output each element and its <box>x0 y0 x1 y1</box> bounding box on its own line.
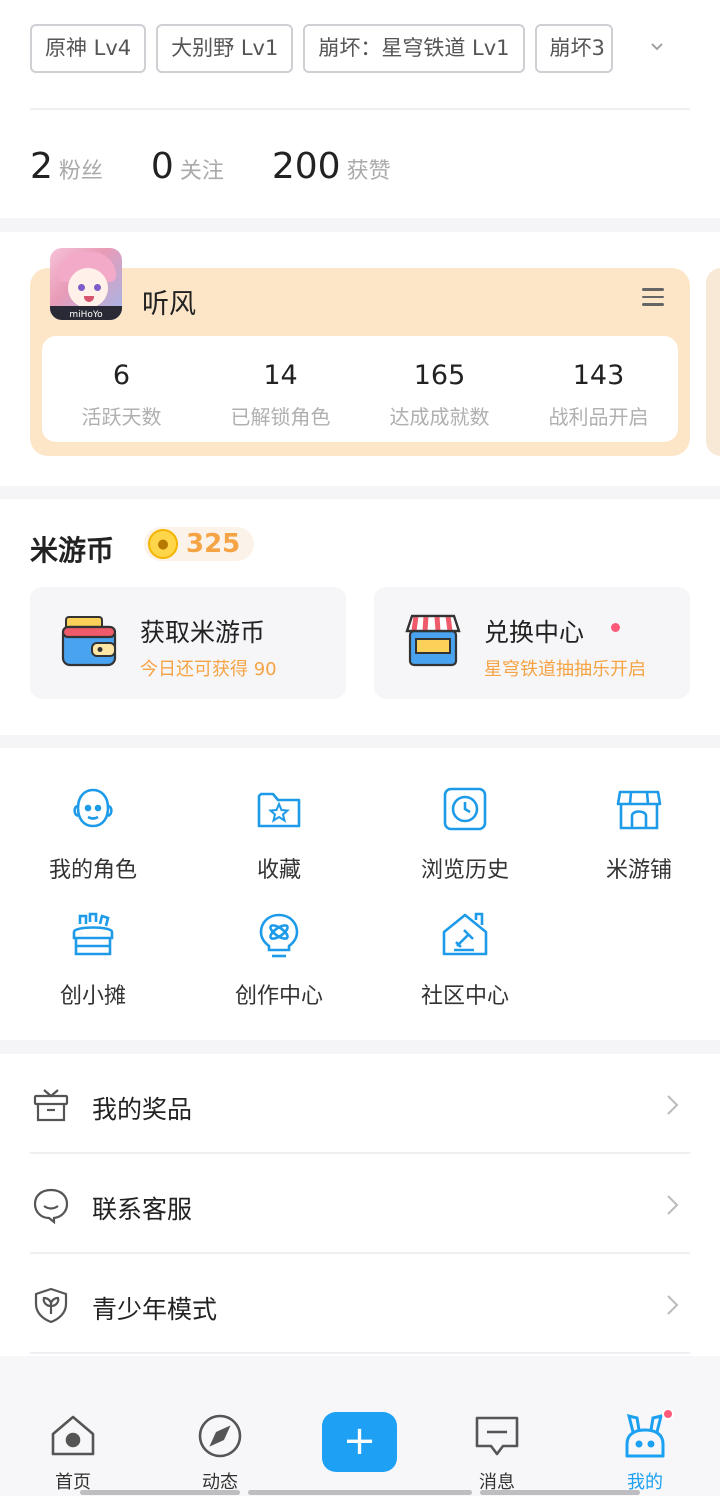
next-card-peek[interactable] <box>706 268 720 456</box>
chevron-right-icon <box>667 1095 679 1115</box>
follow-stats: 2 粉丝 0 关注 200 获赞 <box>30 146 439 187</box>
likes-label: 获赞 <box>346 159 391 184</box>
shop-icon <box>405 614 461 667</box>
chevron-right-icon <box>667 1195 679 1215</box>
youth-shield-icon <box>34 1287 68 1324</box>
game-tag-list: 原神 Lv4 大别野 Lv1 崩坏：星穹铁道 Lv1 崩坏3 <box>30 24 630 73</box>
nav-home[interactable]: 首页 <box>28 1412 118 1494</box>
grid-item-favorites[interactable]: 收藏 <box>209 784 349 884</box>
grid-item-community-center[interactable]: 社区中心 <box>395 910 535 1010</box>
gesture-bar <box>80 1490 240 1495</box>
exchange-center-subtitle: 星穹铁道抽抽乐开启 <box>484 659 646 680</box>
likes-count: 200 <box>271 146 341 187</box>
grid-item-my-characters[interactable]: 我的角色 <box>23 784 163 884</box>
fans-count: 2 <box>30 146 53 187</box>
nav-me[interactable]: 我的 <box>600 1408 690 1494</box>
wallet-icon <box>61 616 117 667</box>
game-stats-panel: 6 活跃天数 14 已解锁角色 165 达成成就数 143 战利品开启 <box>42 336 678 442</box>
earn-coins-button[interactable]: 获取米游币 今日还可获得 90 <box>30 587 346 699</box>
grid-item-store[interactable]: 米游铺 <box>569 784 709 884</box>
coins-section: 米游币 ● 325 获取米游币 今日还可获得 90 兑换中心 星穹铁道抽抽乐开启 <box>0 499 720 735</box>
likes-stat[interactable]: 200 获赞 <box>272 146 391 187</box>
fans-stat[interactable]: 2 粉丝 <box>30 146 103 187</box>
community-house-icon <box>442 912 488 956</box>
game-record-card-section: miHoYo 听风 6 活跃天数 14 已解锁角色 165 达成成就数 143 … <box>0 232 720 486</box>
menu-icon[interactable] <box>642 288 664 306</box>
feature-grid: 我的角色 收藏 浏览历史 米游铺 创小摊 创作中心 社区中心 <box>0 748 720 1040</box>
list-item-youth-mode[interactable]: 青少年模式 <box>30 1254 690 1354</box>
game-avatar: miHoYo <box>50 248 122 320</box>
coins-title: 米游币 <box>30 534 115 567</box>
grid-item-creation-center[interactable]: 创作中心 <box>209 910 349 1010</box>
favorites-folder-icon <box>257 792 301 828</box>
coin-value: 325 <box>186 529 241 559</box>
history-clock-icon <box>443 787 487 831</box>
achievements-stat: 165 达成成就数 <box>389 360 490 429</box>
gesture-bar <box>480 1490 640 1495</box>
game-tag-starrail[interactable]: 崩坏：星穹铁道 Lv1 <box>303 24 525 73</box>
game-nickname: 听风 <box>142 289 196 320</box>
following-stat[interactable]: 0 关注 <box>151 146 224 187</box>
plus-icon: + <box>342 1418 377 1464</box>
coin-balance[interactable]: ● 325 <box>144 527 255 561</box>
following-count: 0 <box>150 146 174 187</box>
grid-item-stall[interactable]: 创小摊 <box>23 910 163 1010</box>
coin-icon: ● <box>148 529 178 559</box>
store-icon <box>616 790 662 830</box>
earn-coins-title: 获取米游币 <box>140 618 266 647</box>
active-days-stat: 6 活跃天数 <box>81 360 162 429</box>
bottom-nav: 首页 动态 + 消息 我的 <box>0 1356 720 1496</box>
home-icon <box>51 1415 95 1456</box>
gesture-bar <box>248 1490 472 1495</box>
following-label: 关注 <box>179 159 224 184</box>
chevron-down-icon[interactable] <box>650 36 664 57</box>
stall-icon <box>72 912 114 956</box>
compass-icon <box>198 1414 242 1458</box>
exchange-notify-dot <box>611 623 620 632</box>
list-item-customer-service[interactable]: 联系客服 <box>30 1154 690 1254</box>
chevron-right-icon <box>667 1295 679 1315</box>
gift-box-icon <box>33 1089 69 1122</box>
settings-list: 我的奖品 联系客服 青少年模式 <box>0 1054 720 1356</box>
game-tag-genshin[interactable]: 原神 Lv4 <box>30 24 147 73</box>
creation-bulb-icon <box>259 913 299 958</box>
divider <box>30 108 690 110</box>
grid-item-history[interactable]: 浏览历史 <box>395 784 535 884</box>
list-item-my-prizes[interactable]: 我的奖品 <box>30 1054 690 1154</box>
character-icon <box>73 788 113 828</box>
nav-feed[interactable]: 动态 <box>175 1412 265 1494</box>
message-icon <box>475 1416 519 1456</box>
earn-coins-subtitle: 今日还可获得 90 <box>140 659 277 680</box>
post-plus-button[interactable]: + <box>322 1412 397 1472</box>
profile-bunny-icon <box>625 1413 665 1458</box>
customer-service-icon <box>33 1188 69 1224</box>
profile-notify-dot <box>662 1408 674 1420</box>
profile-header: 原神 Lv4 大别野 Lv1 崩坏：星穹铁道 Lv1 崩坏3 2 粉丝 0 关注… <box>0 0 720 218</box>
chests-stat: 143 战利品开启 <box>548 360 649 429</box>
fans-label: 粉丝 <box>58 159 103 184</box>
svg-text:miHoYo: miHoYo <box>69 310 103 320</box>
characters-stat: 14 已解锁角色 <box>230 360 331 429</box>
nav-messages[interactable]: 消息 <box>452 1412 542 1494</box>
exchange-center-title: 兑换中心 <box>484 618 585 647</box>
game-tag-dabieye[interactable]: 大别野 Lv1 <box>156 24 294 73</box>
game-tag-honkai3[interactable]: 崩坏3 <box>534 24 613 73</box>
exchange-center-button[interactable]: 兑换中心 星穹铁道抽抽乐开启 <box>374 587 690 699</box>
